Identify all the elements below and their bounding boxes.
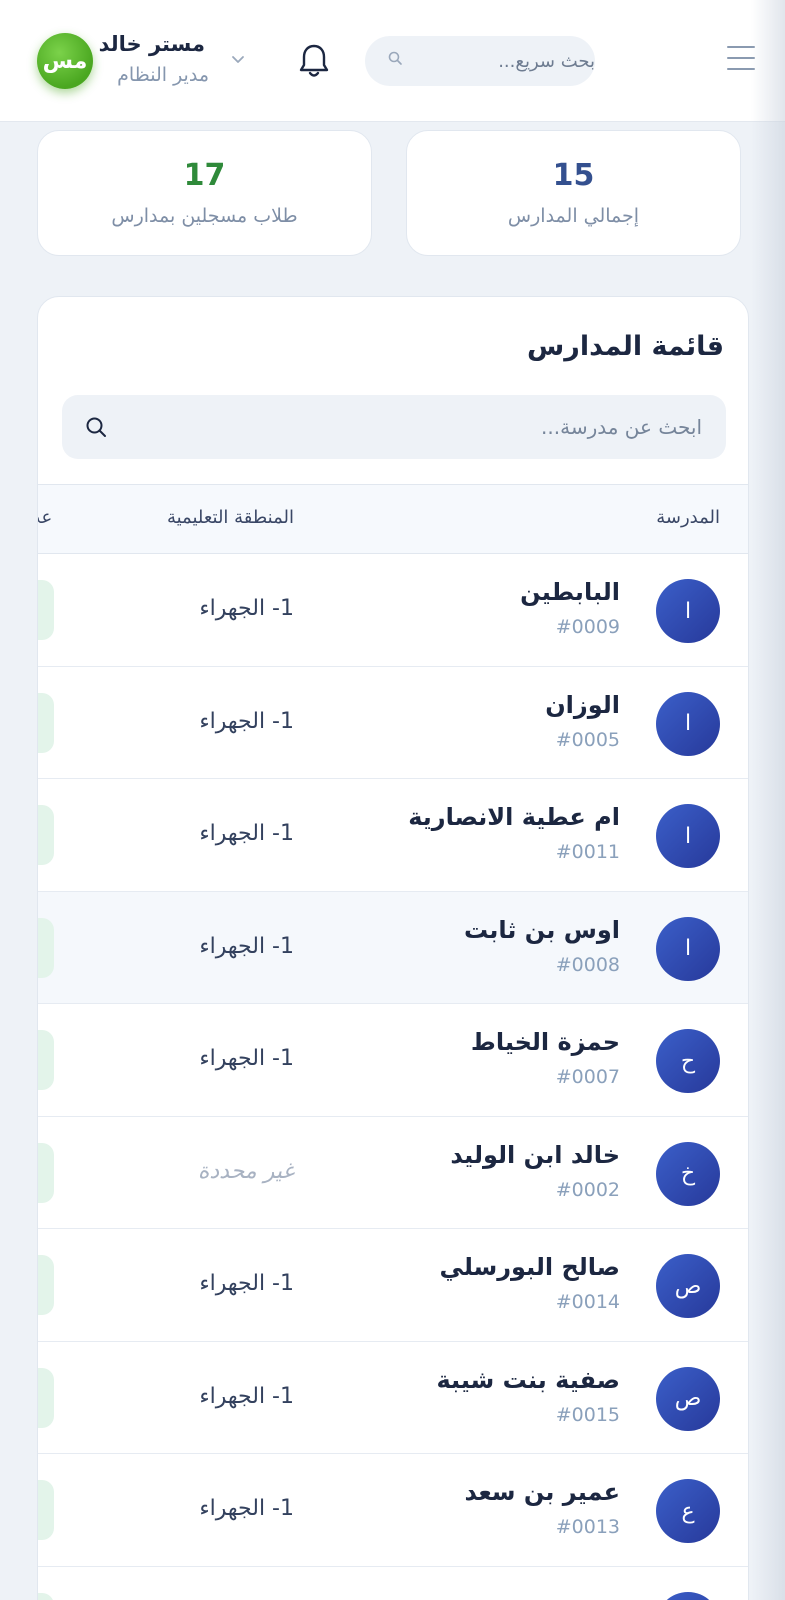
school-name[interactable]: البابطين	[520, 578, 620, 606]
schools-panel: قائمة المدارس المدرسة المنطقة التعليمية …	[37, 296, 749, 1600]
school-avatar	[656, 1591, 720, 1600]
school-region: 1- الجهراء	[199, 933, 294, 959]
count-badge	[38, 805, 54, 865]
edge-shadow	[751, 0, 785, 1600]
column-header-region[interactable]: المنطقة التعليمية	[167, 507, 294, 528]
school-avatar: ا	[656, 916, 720, 981]
table-row[interactable]: ا الوزان #0005 1- الجهراء	[38, 667, 748, 779]
school-code: #0015	[555, 1403, 620, 1426]
count-badge	[38, 580, 54, 640]
count-badge	[38, 917, 54, 978]
count-badge	[38, 1030, 54, 1090]
school-region: 1- الجهراء	[199, 1383, 294, 1409]
school-code: #0007	[555, 1066, 620, 1088]
schools-table-body: ا البابطين #0009 1- الجهراء ا الوزان #00…	[38, 554, 748, 1600]
school-region: 1- الجهراء	[199, 1271, 294, 1296]
table-row[interactable]: ا اوس بن ثابت #0008 1- الجهراء	[38, 891, 748, 1004]
count-badge	[38, 1592, 54, 1600]
count-badge	[38, 1255, 54, 1315]
table-row[interactable]: خ خالد ابن الوليد #0002 غير محددة	[38, 1117, 748, 1229]
school-code: #0013	[555, 1516, 620, 1538]
registered-students-label: طلاب مسجلين بمدارس	[111, 205, 298, 227]
page: مستر خالد مدير النظام مس 15 إجمالي المدا…	[0, 0, 785, 1600]
search-icon	[388, 51, 402, 65]
school-code: #0008	[555, 953, 620, 976]
school-code: #0014	[555, 1291, 620, 1313]
table-row[interactable]: ا البابطين #0009 1- الجهراء	[38, 554, 748, 667]
school-avatar: ا	[656, 691, 720, 756]
table-row[interactable]	[38, 1567, 748, 1600]
school-region: 1- الجهراء	[199, 1046, 294, 1071]
school-code: #0009	[555, 616, 620, 638]
table-row[interactable]: ا ام عطية الانصارية #0011 1- الجهراء	[38, 779, 748, 892]
school-avatar: ص	[656, 1366, 720, 1431]
school-name[interactable]: الوزان	[545, 691, 620, 719]
total-schools-label: إجمالي المدارس	[507, 205, 640, 227]
school-name[interactable]: عمير بن سعد	[464, 1478, 620, 1506]
count-badge	[38, 1367, 54, 1428]
registered-students-value: 17	[183, 158, 226, 193]
hamburger-menu-icon[interactable]	[727, 46, 755, 70]
school-code: #0002	[555, 1178, 620, 1201]
school-avatar: ص	[656, 1254, 720, 1318]
user-name[interactable]: مستر خالد	[99, 32, 205, 56]
school-name[interactable]: صفية بنت شيبة	[437, 1366, 621, 1394]
notification-bell-icon[interactable]	[297, 42, 331, 80]
school-name[interactable]: حمزة الخياط	[471, 1028, 620, 1056]
column-header-school[interactable]: المدرسة	[656, 507, 720, 528]
count-badge	[38, 692, 54, 753]
table-header: المدرسة المنطقة التعليمية عد	[38, 484, 748, 554]
school-avatar: ا	[656, 804, 720, 868]
table-row[interactable]: ص صالح البورسلي #0014 1- الجهراء	[38, 1229, 748, 1342]
count-badge	[38, 1480, 54, 1540]
top-header: مستر خالد مدير النظام مس	[0, 0, 785, 122]
school-name[interactable]: صالح البورسلي	[440, 1253, 620, 1281]
quick-search-box[interactable]	[365, 36, 595, 86]
school-code: #0005	[555, 728, 620, 751]
school-avatar: ع	[656, 1479, 720, 1543]
registered-students-card: 17 طلاب مسجلين بمدارس	[37, 130, 372, 256]
school-region: 1- الجهراء	[199, 708, 294, 734]
school-name[interactable]: اوس بن ثابت	[464, 916, 620, 944]
school-region: 1- الجهراء	[199, 1496, 294, 1521]
total-schools-value: 15	[552, 158, 595, 193]
search-icon[interactable]	[84, 415, 108, 439]
total-schools-card: 15 إجمالي المدارس	[406, 130, 741, 256]
user-role: مدير النظام	[117, 64, 209, 86]
school-search-input[interactable]	[62, 395, 726, 459]
school-avatar: ح	[656, 1029, 720, 1093]
school-name[interactable]: ام عطية الانصارية	[408, 803, 620, 831]
user-avatar[interactable]: مس	[37, 33, 93, 89]
school-region: 1- الجهراء	[199, 821, 294, 846]
school-search-box[interactable]	[62, 395, 726, 459]
table-row[interactable]: ح حمزة الخياط #0007 1- الجهراء	[38, 1004, 748, 1117]
school-code: #0011	[555, 841, 620, 863]
table-row[interactable]: ع عمير بن سعد #0013 1- الجهراء	[38, 1454, 748, 1567]
school-region: 1- الجهراء	[199, 596, 294, 621]
school-avatar: ا	[656, 579, 720, 643]
chevron-down-icon[interactable]	[230, 52, 246, 68]
school-avatar: خ	[656, 1141, 720, 1206]
table-row[interactable]: ص صفية بنت شيبة #0015 1- الجهراء	[38, 1342, 748, 1454]
column-header-count[interactable]: عد	[38, 507, 52, 528]
count-badge	[38, 1142, 54, 1203]
school-name[interactable]: خالد ابن الوليد	[450, 1141, 620, 1169]
panel-title: قائمة المدارس	[527, 331, 724, 362]
school-region: غير محددة	[197, 1158, 294, 1184]
